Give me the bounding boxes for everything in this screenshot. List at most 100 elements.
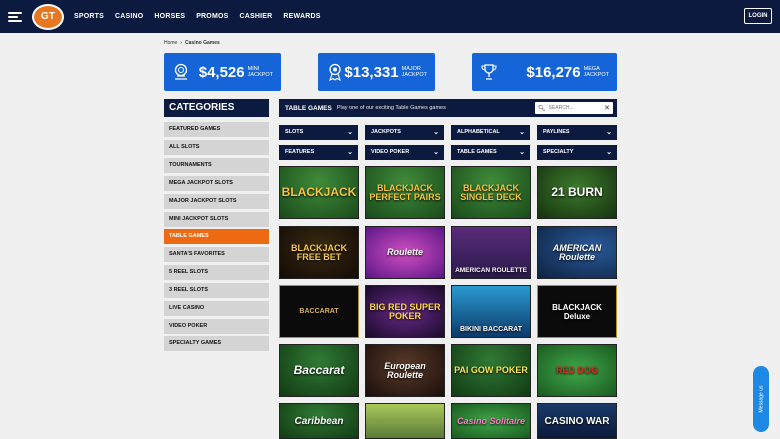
game-tile-21-burn[interactable]: 21 BURN <box>537 166 617 219</box>
filter-specialty[interactable]: SPECIALTY ⌄ <box>537 145 617 160</box>
game-title: Baccarat <box>293 363 345 377</box>
site-logo[interactable]: GT <box>32 3 64 30</box>
login-button[interactable]: LOGIN <box>744 8 772 24</box>
category-mega-jackpot-slots[interactable]: MEGA JACKPOT SLOTS <box>164 176 269 191</box>
game-title: PAI GOW POKER <box>454 365 528 375</box>
filter-alphabetical[interactable]: ALPHABETICAL ⌄ <box>451 125 530 140</box>
category-3-reel-slots[interactable]: 3 REEL SLOTS <box>164 283 269 298</box>
game-title: AMERICAN ROULETTE <box>455 267 527 274</box>
game-title: CASINO WAR <box>544 415 610 427</box>
jackpot-amount: $13,331 <box>344 63 399 81</box>
category-featured-games[interactable]: FEATURED GAMES <box>164 122 269 137</box>
jackpot-label: MAJOR JACKPOT <box>401 66 427 78</box>
breadcrumb: Home › Casino Games <box>164 40 220 46</box>
chevron-down-icon: ⌄ <box>433 129 439 136</box>
chevron-down-icon: ⌄ <box>347 149 353 156</box>
category-specialty-games[interactable]: SPECIALTY GAMES <box>164 336 269 351</box>
category-live-casino[interactable]: LIVE CASINO <box>164 301 269 316</box>
ribbon-icon <box>325 62 344 82</box>
chevron-down-icon: ⌄ <box>347 129 353 136</box>
search-box[interactable]: 🔍︎ ✕ <box>535 102 613 114</box>
categories-title: CATEGORIES <box>164 99 269 117</box>
category-santas-favorites[interactable]: SANTA'S FAVORITES <box>164 247 269 262</box>
breadcrumb-separator: › <box>180 40 183 46</box>
game-tile-blackjack-deluxe[interactable]: BLACKJACK Deluxe <box>537 285 617 338</box>
search-icon: 🔍︎ <box>538 105 546 112</box>
game-title: BIG RED SUPER POKER <box>369 301 441 321</box>
category-all-slots[interactable]: ALL SLOTS <box>164 140 269 155</box>
chevron-down-icon: ⌄ <box>606 129 612 136</box>
game-tile-baccarat[interactable]: BACCARAT <box>279 285 359 338</box>
game-tile-casino-solitaire[interactable]: Casino Solitaire <box>451 403 531 439</box>
game-title: European Roulette <box>384 360 426 380</box>
main-nav: SPORTS CASINO HORSES PROMOS CASHIER REWA… <box>74 13 332 20</box>
filter-table-games[interactable]: TABLE GAMES ⌄ <box>451 145 530 160</box>
game-tile-european-roulette[interactable]: European Roulette <box>365 344 445 397</box>
game-tile-blackjack-single-deck[interactable]: BLACKJACK SINGLE DECK <box>451 166 531 219</box>
jackpot-amount: $16,276 <box>526 63 581 81</box>
nav-cashier[interactable]: CASHIER <box>240 13 273 20</box>
game-title: Roulette <box>387 247 423 257</box>
filter-jackpots[interactable]: JACKPOTS ⌄ <box>365 125 444 140</box>
nav-horses[interactable]: HORSES <box>154 13 185 20</box>
game-tile-baccarat-2[interactable]: Baccarat <box>279 344 359 397</box>
game-title: BIKINI BACCARAT <box>459 326 523 333</box>
category-tournaments[interactable]: TOURNAMENTS <box>164 158 269 173</box>
category-5-reel-slots[interactable]: 5 REEL SLOTS <box>164 265 269 280</box>
game-title: BACCARAT <box>299 308 339 315</box>
mini-jackpot-card: $4,526 MINI JACKPOT <box>164 53 281 91</box>
game-tile-live-dealer[interactable] <box>365 403 445 439</box>
jackpot-label: MINI JACKPOT <box>247 66 273 78</box>
breadcrumb-home[interactable]: Home <box>164 40 177 46</box>
trophy-icon <box>479 62 499 82</box>
game-tile-blackjack-free-bet[interactable]: BLACKJACK FREE BET <box>279 226 359 279</box>
filter-features[interactable]: FEATURES ⌄ <box>279 145 358 160</box>
game-title: BLACKJACK Deluxe <box>552 302 602 321</box>
filter-slots[interactable]: SLOTS ⌄ <box>279 125 358 140</box>
table-games-header: TABLE GAMES Play one of our exciting Tab… <box>279 99 617 117</box>
game-tile-pai-gow-poker[interactable]: PAI GOW POKER <box>451 344 531 397</box>
jackpot-amount: $4,526 <box>198 63 245 81</box>
chevron-down-icon: ⌄ <box>519 129 525 136</box>
chevron-down-icon: ⌄ <box>606 149 612 156</box>
filter-paylines[interactable]: PAYLINES ⌄ <box>537 125 617 140</box>
nav-rewards[interactable]: REWARDS <box>283 13 320 20</box>
major-jackpot-card: $13,331 MAJOR JACKPOT <box>318 53 435 91</box>
message-us-button[interactable]: Message us <box>753 366 769 432</box>
game-title: AMERICAN Roulette <box>552 242 602 262</box>
nav-casino[interactable]: CASINO <box>115 13 143 20</box>
hamburger-menu-icon[interactable] <box>8 11 22 22</box>
top-navigation-bar: GT SPORTS CASINO HORSES PROMOS CASHIER R… <box>0 0 780 33</box>
game-title: BLACKJACK SINGLE DECK <box>460 182 522 202</box>
game-tile-american-roulette-2[interactable]: AMERICAN Roulette <box>537 226 617 279</box>
breadcrumb-current: Casino Games <box>185 40 220 46</box>
nav-sports[interactable]: SPORTS <box>74 13 104 20</box>
message-us-label: Message us <box>758 385 764 413</box>
chevron-down-icon: ⌄ <box>433 149 439 156</box>
game-tile-bikini-baccarat[interactable]: BIKINI BACCARAT <box>451 285 531 338</box>
nav-promos[interactable]: PROMOS <box>196 13 228 20</box>
game-tile-red-dog[interactable]: RED DOG <box>537 344 617 397</box>
category-mini-jackpot-slots[interactable]: MINI JACKPOT SLOTS <box>164 212 269 227</box>
mega-jackpot-card: $16,276 MEGA JACKPOT <box>472 53 617 91</box>
section-subtitle: Play one of our exciting Table Games gam… <box>336 105 446 111</box>
chevron-down-icon: ⌄ <box>519 149 525 156</box>
game-tile-blackjack[interactable]: BLACKJACK <box>279 166 359 219</box>
game-tile-blackjack-perfect-pairs[interactable]: BLACKJACK PERFECT PAIRS <box>365 166 445 219</box>
game-title: 21 BURN <box>551 185 603 199</box>
search-input[interactable] <box>548 105 599 111</box>
game-tile-big-red-super-poker[interactable]: BIG RED SUPER POKER <box>365 285 445 338</box>
game-title: BLACKJACK FREE BET <box>291 242 347 262</box>
game-title: RED DOG <box>555 365 598 375</box>
game-title: BLACKJACK <box>281 185 357 199</box>
section-title: TABLE GAMES <box>285 104 332 112</box>
game-tile-casino-war[interactable]: CASINO WAR <box>537 403 617 439</box>
game-tile-american-roulette[interactable]: AMERICAN ROULETTE <box>451 226 531 279</box>
category-table-games[interactable]: TABLE GAMES <box>164 229 269 244</box>
category-major-jackpot-slots[interactable]: MAJOR JACKPOT SLOTS <box>164 194 269 209</box>
game-tile-roulette[interactable]: Roulette <box>365 226 445 279</box>
category-video-poker[interactable]: VIDEO POKER <box>164 319 269 334</box>
game-tile-caribbean[interactable]: Caribbean <box>279 403 359 439</box>
close-icon[interactable]: ✕ <box>604 104 610 112</box>
filter-video-poker[interactable]: VIDEO POKER ⌄ <box>365 145 444 160</box>
